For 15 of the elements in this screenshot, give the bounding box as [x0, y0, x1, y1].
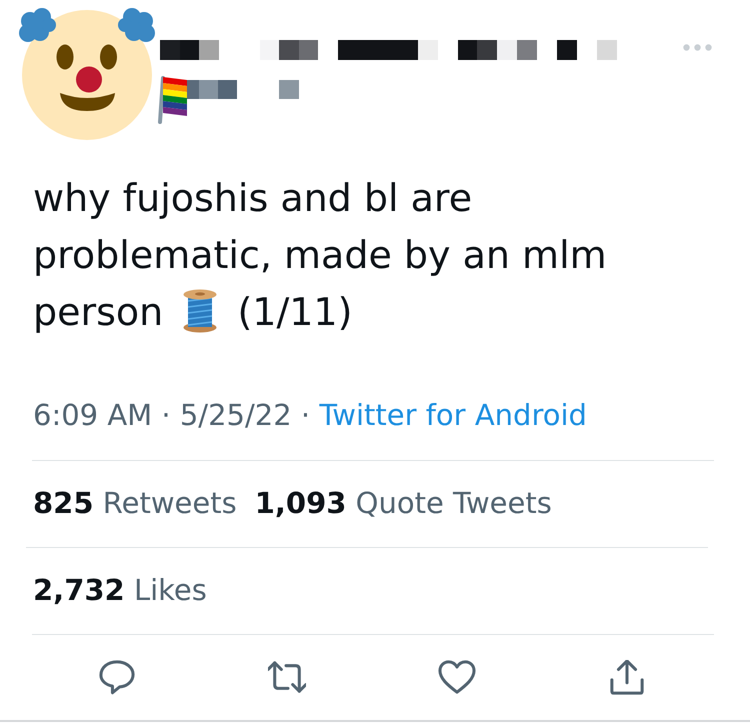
- stat-link[interactable]: 1,093 Quote Tweets: [254, 485, 552, 521]
- tweet-date: 5/25/22: [180, 398, 292, 432]
- repeat-arrows-icon[interactable]: [268, 660, 306, 695]
- share-icon[interactable]: [608, 660, 646, 695]
- stat-link[interactable]: 825 Retweets: [33, 485, 237, 521]
- thread-spool-icon: [183, 289, 218, 333]
- meta-separator: ·: [300, 398, 310, 432]
- clown-avatar[interactable]: [18, 5, 158, 141]
- stat-link[interactable]: 2,732 Likes: [33, 572, 207, 608]
- meta-separator: ·: [161, 398, 171, 432]
- rainbow-flag-icon: [157, 75, 187, 125]
- tweet-time: 6:09 AM: [33, 398, 152, 432]
- heart-icon[interactable]: [438, 660, 476, 695]
- speech-bubble-icon[interactable]: [98, 660, 136, 695]
- tweet-text: why fujoshis and bl are problematic, made by an mlm person (1/11): [33, 175, 608, 336]
